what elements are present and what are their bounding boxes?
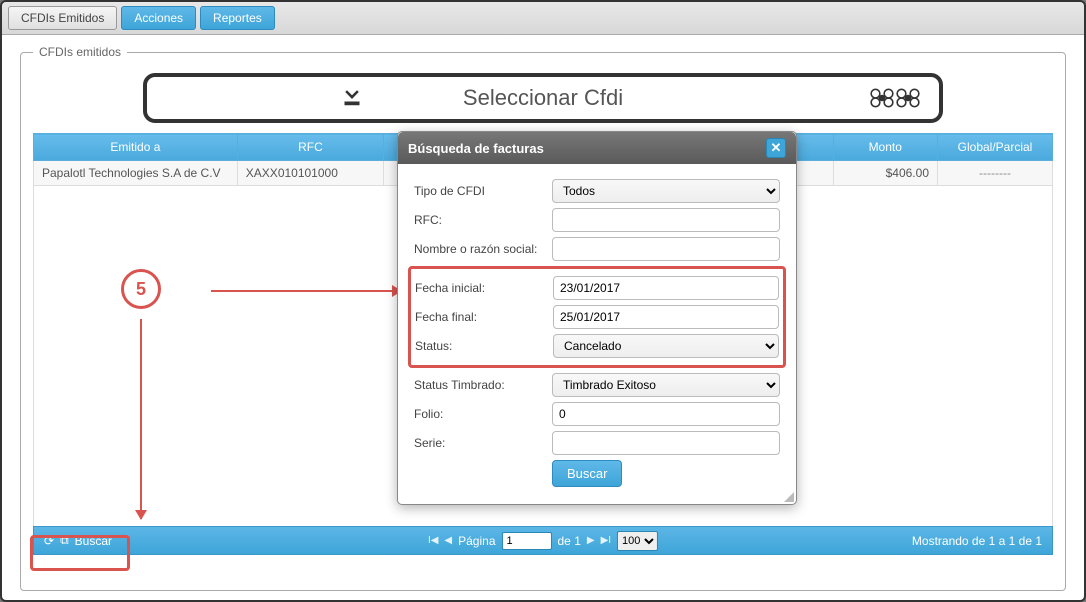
search-dialog: Búsqueda de facturas ✕ Tipo de CFDI Todo… bbox=[397, 131, 797, 505]
pager-bar: ⟳ ⧉ Buscar I◀ ◀ Página de 1 ▶ ▶I 100 Mos… bbox=[33, 526, 1053, 555]
first-page-icon[interactable]: I◀ bbox=[428, 535, 438, 546]
label-status-timbrado: Status Timbrado: bbox=[414, 378, 544, 392]
input-folio[interactable] bbox=[552, 402, 780, 426]
prev-page-icon[interactable]: ◀ bbox=[444, 535, 452, 546]
per-page-select[interactable]: 100 bbox=[617, 531, 658, 551]
download-arrow-icon bbox=[337, 79, 367, 117]
annotation-highlight-dates: Fecha inicial: Fecha final: Status: Canc… bbox=[408, 266, 786, 368]
col-monto[interactable]: Monto bbox=[833, 134, 938, 161]
resize-handle-icon[interactable] bbox=[784, 492, 794, 502]
pager-status: Mostrando de 1 a 1 de 1 bbox=[912, 534, 1042, 548]
cell-rfc: XAXX010101000 bbox=[237, 161, 383, 186]
label-serie: Serie: bbox=[414, 436, 544, 450]
last-page-icon[interactable]: ▶I bbox=[601, 535, 611, 546]
pager-buscar-button[interactable]: ⟳ ⧉ Buscar bbox=[44, 533, 112, 548]
dialog-search-button[interactable]: Buscar bbox=[552, 460, 622, 487]
search-popup-icon: ⧉ bbox=[60, 533, 69, 548]
select-status[interactable]: Cancelado bbox=[553, 334, 779, 358]
app-window: CFDIs Emitidos Acciones Reportes CFDIs e… bbox=[0, 0, 1086, 602]
label-status: Status: bbox=[415, 339, 545, 353]
label-fecha-final: Fecha final: bbox=[415, 310, 545, 324]
de-label: de 1 bbox=[558, 534, 581, 548]
col-rfc[interactable]: RFC bbox=[237, 134, 383, 161]
label-tipo: Tipo de CFDI bbox=[414, 184, 544, 198]
label-folio: Folio: bbox=[414, 407, 544, 421]
label-rfc: RFC: bbox=[414, 213, 544, 227]
tab-reportes[interactable]: Reportes bbox=[200, 6, 275, 30]
input-serie[interactable] bbox=[552, 431, 780, 455]
cell-monto: $406.00 bbox=[833, 161, 938, 186]
input-nombre[interactable] bbox=[552, 237, 780, 261]
dialog-header[interactable]: Búsqueda de facturas ✕ bbox=[398, 132, 796, 164]
selector-bar[interactable]: Seleccionar Cfdi bbox=[143, 73, 943, 123]
page-input[interactable] bbox=[502, 532, 552, 550]
label-nombre: Nombre o razón social: bbox=[414, 242, 544, 256]
tab-acciones[interactable]: Acciones bbox=[121, 6, 196, 30]
label-fecha-inicial: Fecha inicial: bbox=[415, 281, 545, 295]
select-status-timbrado[interactable]: Timbrado Exitoso bbox=[552, 373, 780, 397]
col-emitido[interactable]: Emitido a bbox=[34, 134, 238, 161]
butterfly-logo-icon bbox=[869, 85, 921, 111]
input-rfc[interactable] bbox=[552, 208, 780, 232]
next-page-icon[interactable]: ▶ bbox=[587, 535, 595, 546]
dialog-close-button[interactable]: ✕ bbox=[766, 138, 786, 158]
close-icon: ✕ bbox=[771, 140, 782, 156]
cell-global: -------- bbox=[938, 161, 1053, 186]
dialog-body: Tipo de CFDI Todos RFC: Nombre o razón s… bbox=[398, 164, 796, 504]
tab-cfdis-emitidos[interactable]: CFDIs Emitidos bbox=[8, 6, 117, 30]
fieldset-legend: CFDIs emitidos bbox=[33, 45, 127, 59]
col-global[interactable]: Global/Parcial bbox=[938, 134, 1053, 161]
refresh-icon: ⟳ bbox=[44, 534, 54, 548]
cell-emitido: Papalotl Technologies S.A de C.V bbox=[34, 161, 238, 186]
select-tipo-cfdi[interactable]: Todos bbox=[552, 179, 780, 203]
input-fecha-final[interactable] bbox=[553, 305, 779, 329]
content-area: CFDIs emitidos Seleccionar Cfdi Emitido … bbox=[2, 35, 1084, 601]
selector-title: Seleccionar Cfdi bbox=[463, 85, 623, 111]
pager-nav: I◀ ◀ Página de 1 ▶ ▶I 100 bbox=[428, 531, 658, 551]
pager-buscar-label: Buscar bbox=[75, 534, 112, 548]
input-fecha-inicial[interactable] bbox=[553, 276, 779, 300]
main-toolbar: CFDIs Emitidos Acciones Reportes bbox=[2, 2, 1084, 35]
fieldset-cfdis: CFDIs emitidos Seleccionar Cfdi Emitido … bbox=[20, 45, 1066, 591]
pagina-label: Página bbox=[458, 534, 495, 548]
dialog-title: Búsqueda de facturas bbox=[408, 141, 544, 156]
